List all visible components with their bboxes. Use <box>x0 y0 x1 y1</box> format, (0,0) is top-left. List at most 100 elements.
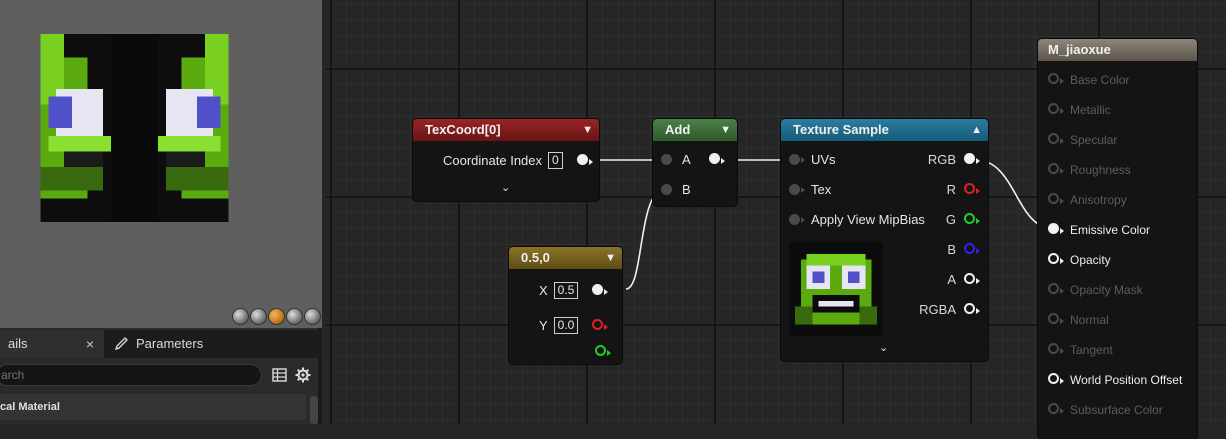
material-pin-row: Opacity <box>1048 252 1111 267</box>
material-pin-label: Metallic <box>1070 102 1111 117</box>
texture-sample-header[interactable]: Texture Sample ▲ <box>781 119 988 141</box>
constant2vector-node[interactable]: 0.5,0 ▼ X 0.5 Y 0.0 <box>509 247 622 364</box>
chevron-up-icon[interactable]: ▲ <box>971 119 982 141</box>
chevron-down-icon[interactable]: ▼ <box>605 247 616 269</box>
rgba-output-pin[interactable] <box>964 302 980 317</box>
texture-sample-title: Texture Sample <box>793 122 889 137</box>
close-icon[interactable]: × <box>86 330 94 358</box>
material-input-pin[interactable] <box>1048 252 1064 267</box>
coordinate-index-label: Coordinate Index <box>443 153 543 168</box>
material-pin-label: Anisotropy <box>1070 192 1127 207</box>
search-input[interactable] <box>0 364 262 386</box>
texcoord-node-header[interactable]: TexCoord[0] ▼ <box>413 119 599 141</box>
material-pin-label: Base Color <box>1070 72 1130 87</box>
details-tab-bar: ails × Parameters <box>0 330 322 358</box>
material-input-pin[interactable] <box>1048 102 1064 117</box>
add-node[interactable]: Add ▼ A B <box>653 119 737 206</box>
chevron-down-icon[interactable]: ▼ <box>720 119 731 141</box>
cylinder-icon[interactable] <box>232 308 249 325</box>
material-input-pin[interactable] <box>1048 372 1064 387</box>
expand-chevron-icon[interactable]: ⌄ <box>501 181 510 194</box>
constant-rg-output-pin[interactable] <box>592 283 609 298</box>
material-input-pin[interactable] <box>1048 282 1064 297</box>
material-input-pin[interactable] <box>1048 132 1064 147</box>
constant-node-title: 0.5,0 <box>521 250 550 265</box>
material-output-header[interactable]: M_jiaoxue <box>1038 39 1197 61</box>
constant-y-value[interactable]: 0.0 <box>553 317 579 334</box>
add-pin-b-label: B <box>682 182 691 197</box>
material-pin-label: Normal <box>1070 312 1109 327</box>
material-pin-label: Emissive Color <box>1070 222 1151 237</box>
table-view-icon[interactable] <box>270 366 288 384</box>
material-preview-viewport[interactable] <box>0 0 322 328</box>
material-pin-row: Specular <box>1048 132 1117 147</box>
mipbias-input-pin[interactable] <box>789 214 800 225</box>
plane-icon[interactable] <box>268 308 285 325</box>
material-input-pin[interactable] <box>1048 342 1064 357</box>
material-input-pin[interactable] <box>1048 312 1064 327</box>
constant-y-label: Y <box>539 318 548 333</box>
texcoord-output-pin[interactable] <box>576 153 593 168</box>
add-output-pin[interactable] <box>708 152 725 167</box>
material-input-pin[interactable] <box>1048 72 1064 87</box>
constant-x-label: X <box>539 283 548 298</box>
material-input-pin[interactable] <box>1048 402 1064 417</box>
mipbias-input-row: Apply View MipBias <box>789 212 925 227</box>
material-output-node[interactable]: M_jiaoxue Base Color Metallic Specular Roug… <box>1038 39 1197 439</box>
add-input-b-pin[interactable] <box>661 184 672 195</box>
tex-input-pin[interactable] <box>789 184 800 195</box>
custom-mesh-icon[interactable] <box>304 308 321 325</box>
cube-icon[interactable] <box>286 308 303 325</box>
material-pin-row: World Position Offset <box>1048 372 1182 387</box>
sphere-icon[interactable] <box>250 308 267 325</box>
constant-x-value[interactable]: 0.5 <box>553 282 579 299</box>
material-pin-row: Roughness <box>1048 162 1131 177</box>
b-output-pin[interactable] <box>964 242 980 257</box>
texture-sample-node[interactable]: Texture Sample ▲ UVs Tex Apply View MipB… <box>781 119 988 361</box>
r-output-pin[interactable] <box>964 182 980 197</box>
texcoord-node[interactable]: TexCoord[0] ▼ Coordinate Index 0 ⌄ <box>413 119 599 201</box>
scrollbar[interactable] <box>310 396 318 424</box>
g-output-pin[interactable] <box>964 212 980 227</box>
material-pin-row: Subsurface Color <box>1048 402 1163 417</box>
preview-shape-buttons <box>232 308 321 325</box>
material-pin-label: Opacity Mask <box>1070 282 1143 297</box>
add-pin-a-row: A <box>661 152 725 167</box>
add-pin-b-row: B <box>661 182 691 197</box>
a-output-pin[interactable] <box>964 272 980 287</box>
r-label: R <box>946 182 956 197</box>
expand-chevron-icon[interactable]: ⌄ <box>879 341 888 354</box>
constant-g-output-pin[interactable] <box>595 344 611 359</box>
rgb-output-pin[interactable] <box>964 152 980 167</box>
tab-parameters[interactable]: Parameters <box>104 330 211 358</box>
b-output-row: B <box>947 242 980 257</box>
g-label: G <box>945 212 956 227</box>
gear-icon[interactable] <box>294 366 312 384</box>
material-input-pin[interactable] <box>1048 162 1064 177</box>
constant-node-header[interactable]: 0.5,0 ▼ <box>509 247 622 269</box>
chevron-down-icon[interactable]: ▼ <box>582 119 593 141</box>
texture-thumbnail <box>789 242 883 336</box>
section-header-material[interactable]: cal Material <box>0 394 306 420</box>
coordinate-index-value[interactable]: 0 <box>548 152 563 169</box>
material-input-pin[interactable] <box>1048 222 1064 237</box>
add-input-a-pin[interactable] <box>661 154 672 165</box>
constant-r-output-pin[interactable] <box>592 318 609 333</box>
material-graph-canvas[interactable]: TexCoord[0] ▼ Coordinate Index 0 ⌄ Add ▼… <box>326 0 1226 439</box>
r-output-row: R <box>947 182 980 197</box>
material-pin-row: Tangent <box>1048 342 1113 357</box>
add-node-header[interactable]: Add ▼ <box>653 119 737 141</box>
material-pin-row: Anisotropy <box>1048 192 1127 207</box>
rgba-label: RGBA <box>919 302 956 317</box>
rgb-label: RGB <box>927 152 956 167</box>
material-pin-row: Normal <box>1048 312 1109 327</box>
material-pin-label: Roughness <box>1070 162 1131 177</box>
a-label: A <box>947 272 956 287</box>
material-pin-row: Base Color <box>1048 72 1129 87</box>
coordinate-index-row: Coordinate Index 0 <box>443 152 593 169</box>
a-output-row: A <box>947 272 980 287</box>
uvs-input-pin[interactable] <box>789 154 800 165</box>
tab-details[interactable]: ails × <box>0 330 104 358</box>
material-output-title: M_jiaoxue <box>1048 42 1111 57</box>
material-input-pin[interactable] <box>1048 192 1064 207</box>
